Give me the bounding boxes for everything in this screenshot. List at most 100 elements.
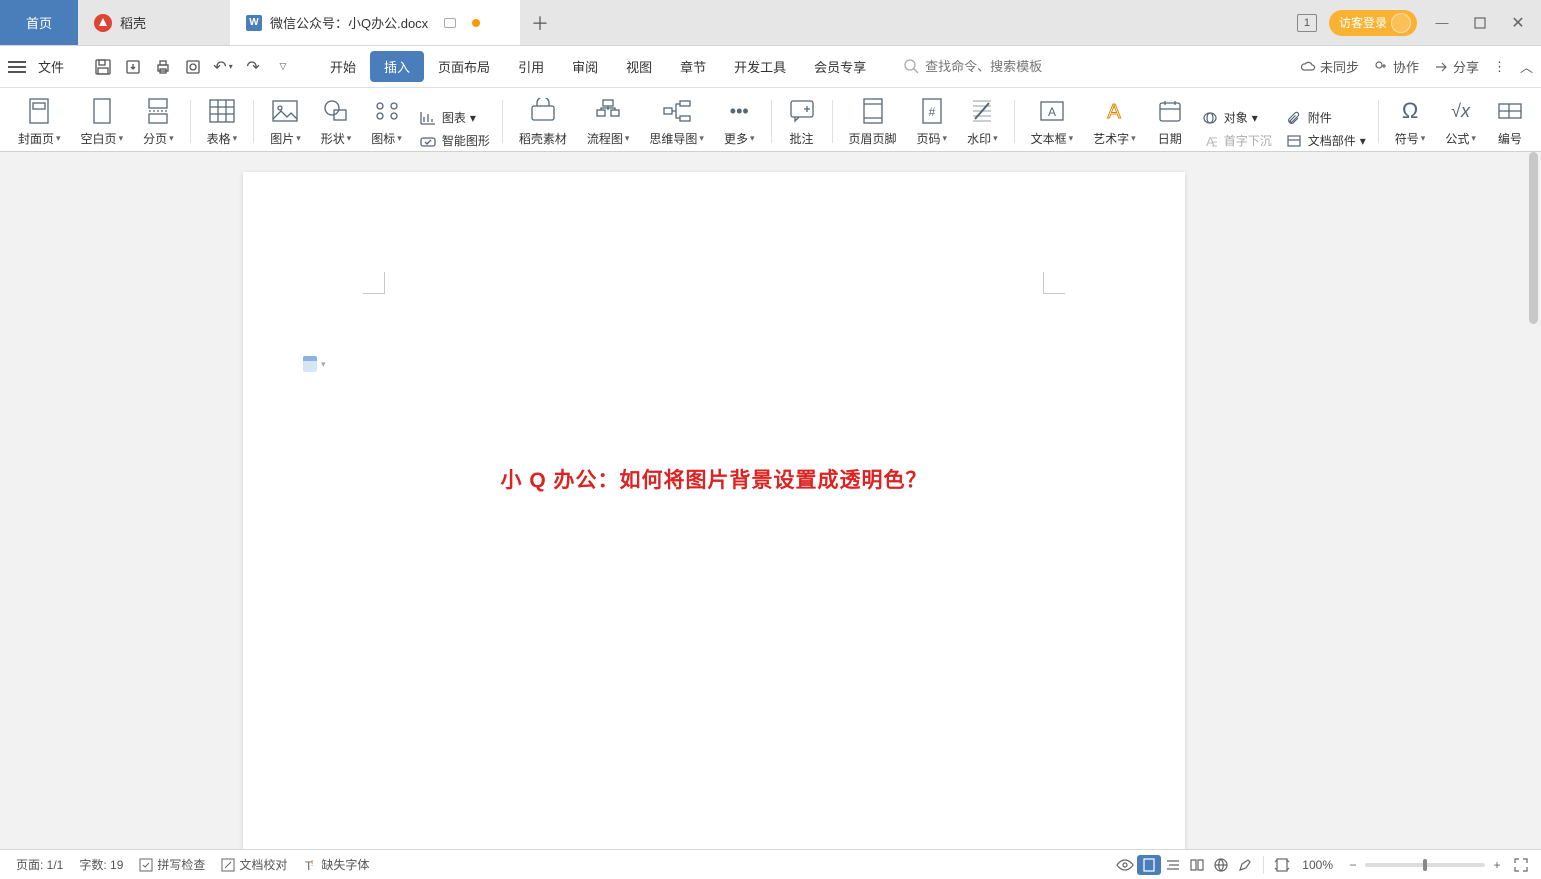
redo-button[interactable]: ↷ xyxy=(240,54,266,80)
numbering-button[interactable]: 编号 xyxy=(1486,94,1534,149)
table-icon xyxy=(208,96,236,126)
save-as-button[interactable] xyxy=(120,54,146,80)
tab-docer[interactable]: 稻壳 xyxy=(78,0,230,45)
web-view-button[interactable] xyxy=(1209,855,1233,875)
zoom-level[interactable]: 100% xyxy=(1294,858,1341,872)
tab-insert[interactable]: 插入 xyxy=(370,51,424,82)
tab-start[interactable]: 开始 xyxy=(316,51,370,82)
proofread-icon xyxy=(221,858,235,872)
object-button[interactable]: 对象▾ xyxy=(1200,109,1272,126)
undo-button[interactable]: ↶▾ xyxy=(210,54,236,80)
page-view-button[interactable] xyxy=(1137,855,1161,875)
command-search[interactable] xyxy=(904,59,1065,74)
blank-page-button[interactable]: 空白页▾ xyxy=(71,94,134,149)
comment-button[interactable]: 批注 xyxy=(778,94,826,149)
document-page[interactable]: ▾ 小 Q 办公：如何将图片背景设置成透明色？ xyxy=(243,172,1185,849)
maximize-button[interactable] xyxy=(1467,10,1493,36)
tab-page-layout[interactable]: 页面布局 xyxy=(424,51,504,82)
search-input[interactable] xyxy=(925,59,1065,74)
unsaved-dot-icon xyxy=(472,19,480,27)
icon-button[interactable]: 图标▾ xyxy=(361,94,412,149)
zoom-slider-handle[interactable] xyxy=(1423,859,1427,871)
annotation-button[interactable] xyxy=(1233,855,1257,875)
page-status[interactable]: 页面: 1/1 xyxy=(8,856,71,873)
smart-graphic-button[interactable]: 智能图形 xyxy=(418,132,490,149)
tab-view[interactable]: 视图 xyxy=(612,51,666,82)
vertical-scrollbar[interactable] xyxy=(1525,152,1541,849)
more-menu[interactable]: ⋮ xyxy=(1493,59,1506,75)
mindmap-button[interactable]: 思维导图▾ xyxy=(639,94,714,149)
cover-page-button[interactable]: 封面页▾ xyxy=(8,94,71,149)
login-button[interactable]: 访客登录 xyxy=(1329,10,1417,36)
flowchart-button[interactable]: 流程图▾ xyxy=(577,94,640,149)
paragraph-icon xyxy=(303,356,317,372)
picture-button[interactable]: 图片▾ xyxy=(260,94,311,149)
paragraph-options-taglet[interactable]: ▾ xyxy=(303,356,326,372)
hamburger-icon[interactable] xyxy=(8,61,26,73)
docparts-button[interactable]: 文档部件▾ xyxy=(1284,132,1366,149)
page-break-button[interactable]: 分页▾ xyxy=(133,94,184,149)
tab-chapter[interactable]: 章节 xyxy=(666,51,720,82)
more-insert-button[interactable]: •••更多▾ xyxy=(714,94,765,149)
collaborate-button[interactable]: 协作 xyxy=(1373,57,1419,76)
textbox-button[interactable]: A文本框▾ xyxy=(1021,94,1084,149)
mindmap-icon xyxy=(662,96,692,126)
outline-view-button[interactable] xyxy=(1161,855,1185,875)
docer-material-button[interactable]: 稻壳素材 xyxy=(509,94,577,149)
flowchart-icon xyxy=(594,96,622,126)
shape-icon xyxy=(322,96,350,126)
document-heading-text[interactable]: 小 Q 办公：如何将图片背景设置成透明色？ xyxy=(243,464,1185,494)
share-button[interactable]: 分享 xyxy=(1433,57,1479,76)
tab-document[interactable]: W 微信公众号：小Q办公.docx xyxy=(230,0,520,45)
equation-button[interactable]: √x公式▾ xyxy=(1435,94,1486,149)
cloud-icon xyxy=(1300,59,1316,75)
chart-button[interactable]: 图表▾ xyxy=(418,109,490,126)
tab-member[interactable]: 会员专享 xyxy=(800,51,880,82)
smart-graphic-icon xyxy=(418,133,438,149)
tab-developer[interactable]: 开发工具 xyxy=(720,51,800,82)
tab-references[interactable]: 引用 xyxy=(504,51,558,82)
svg-text:#: # xyxy=(928,105,935,119)
object-icon xyxy=(1200,111,1220,125)
scrollbar-thumb[interactable] xyxy=(1529,152,1538,324)
tab-count-badge[interactable]: 1 xyxy=(1297,14,1317,32)
header-footer-button[interactable]: 页眉页脚 xyxy=(839,94,907,149)
eye-mode-button[interactable] xyxy=(1113,855,1137,875)
reading-view-button[interactable] xyxy=(1185,855,1209,875)
date-button[interactable]: 日期 xyxy=(1146,94,1194,149)
collapse-ribbon[interactable]: ︿ xyxy=(1520,57,1533,76)
dropcap-button[interactable]: A首字下沉 xyxy=(1200,132,1272,149)
wordart-button[interactable]: A艺术字▾ xyxy=(1083,94,1146,149)
zoom-in-button[interactable]: + xyxy=(1485,855,1509,875)
login-label: 访客登录 xyxy=(1339,14,1387,31)
equation-icon: √x xyxy=(1451,96,1470,126)
fullscreen-button[interactable] xyxy=(1509,855,1533,875)
print-button[interactable] xyxy=(150,54,176,80)
close-button[interactable]: ✕ xyxy=(1505,10,1531,36)
attachment-button[interactable]: 附件 xyxy=(1284,109,1366,126)
quick-access-dropdown[interactable]: ▽ xyxy=(270,54,296,80)
symbol-button[interactable]: Ω符号▾ xyxy=(1385,94,1436,149)
tab-review[interactable]: 审阅 xyxy=(558,51,612,82)
page-number-button[interactable]: #页码▾ xyxy=(907,94,958,149)
print-preview-button[interactable] xyxy=(180,54,206,80)
fit-page-button[interactable] xyxy=(1270,855,1294,875)
zoom-out-button[interactable]: − xyxy=(1341,855,1365,875)
document-canvas[interactable]: ▾ 小 Q 办公：如何将图片背景设置成透明色？ xyxy=(0,152,1541,849)
new-tab-button[interactable]: ＋ xyxy=(520,0,560,45)
zoom-slider[interactable] xyxy=(1365,863,1485,867)
file-menu[interactable]: 文件 xyxy=(32,57,70,76)
tab-home[interactable]: 首页 xyxy=(0,0,78,45)
docparts-icon xyxy=(1284,134,1304,148)
sync-status[interactable]: 未同步 xyxy=(1300,57,1359,76)
spellcheck-button[interactable]: 拼写检查 xyxy=(131,856,213,873)
minimize-button[interactable]: — xyxy=(1429,10,1455,36)
watermark-button[interactable]: 水印▾ xyxy=(957,94,1008,149)
save-button[interactable] xyxy=(90,54,116,80)
shape-button[interactable]: 形状▾ xyxy=(311,94,362,149)
document-title: 微信公众号：小Q办公.docx xyxy=(270,13,428,32)
word-count[interactable]: 字数: 19 xyxy=(71,856,131,873)
missing-font-button[interactable]: T!缺失字体 xyxy=(295,856,377,873)
table-button[interactable]: 表格▾ xyxy=(197,94,248,149)
proofread-button[interactable]: 文档校对 xyxy=(213,856,295,873)
